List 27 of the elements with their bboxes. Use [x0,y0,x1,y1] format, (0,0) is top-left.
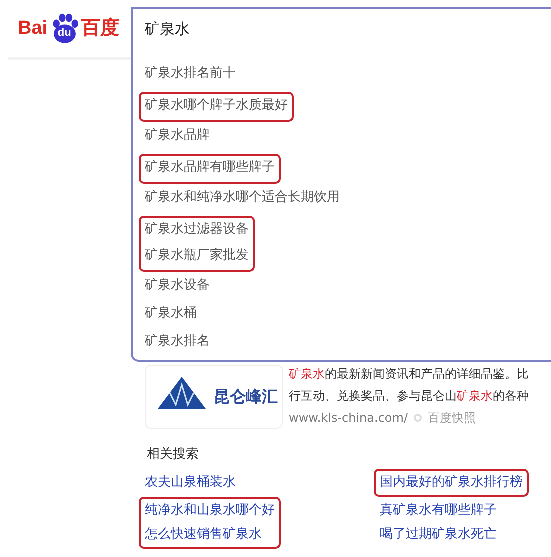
suggestion-item[interactable]: 矿泉水瓶厂家批发 [145,244,249,270]
suggestion-item[interactable]: 矿泉水品牌 [145,124,210,152]
logo-text: du [56,26,72,40]
suggestion-item[interactable]: 矿泉水排名前十 [145,62,236,90]
search-query[interactable]: 矿泉水 [145,19,551,39]
suggestion-item[interactable]: 矿泉水设备 [145,274,210,302]
result-snippet: 行互动、兑换奖品、参与昆仑山矿泉水的各种 [289,388,529,405]
related-link[interactable]: 怎么快速销售矿泉水 [145,523,275,547]
related-link[interactable]: 真矿泉水有哪些牌子 [380,499,497,523]
suggestion-item[interactable]: 矿泉水排名 [145,330,210,358]
suggestion-item[interactable]: 矿泉水品牌有哪些牌子 [145,156,275,182]
suggestion-item[interactable]: 矿泉水桶 [145,302,210,330]
related-link[interactable]: 农夫山泉桶装水 [145,471,236,495]
related-link[interactable]: 国内最好的矿泉水排行榜 [380,471,523,495]
result-snippet: 矿泉水的最新新闻资讯和产品的详细品鉴。比 [289,366,529,383]
suggestion-item[interactable]: 矿泉水哪个牌子水质最好 [145,94,288,120]
suggestion-item[interactable]: 矿泉水和纯净水哪个适合长期饮用 [145,186,340,214]
logo-text: Bai [18,19,48,38]
suggestion-item[interactable]: 矿泉水过滤器设备 [145,218,249,244]
related-link[interactable]: 纯净水和山泉水哪个好 [145,499,275,523]
logo-text: 百度 [82,19,120,38]
related-heading: 相关搜索 [147,446,200,464]
logo-text: 昆仑峰汇 [214,386,278,408]
related-link[interactable]: 喝了过期矿泉水死亡 [380,523,497,547]
result-url[interactable]: www.kls-china.com/ [289,409,408,427]
circle-icon [414,414,422,422]
site-logo-card[interactable]: 昆仑峰汇 [145,365,283,429]
